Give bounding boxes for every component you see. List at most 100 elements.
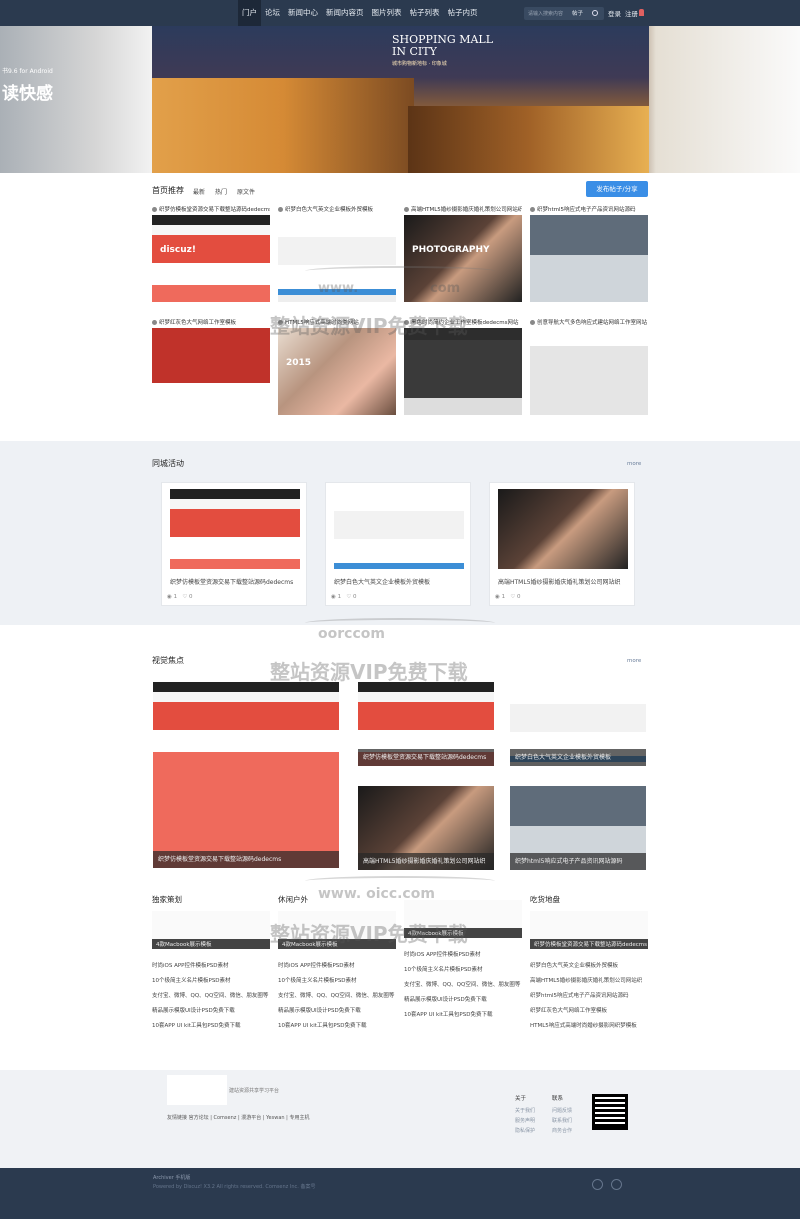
footer-logo[interactable] [167, 1075, 227, 1105]
activity-card-image[interactable] [334, 489, 464, 569]
column-link[interactable]: 精品展示模版UI设计PSD免费下载 [278, 1004, 398, 1019]
home-card-thumbnail[interactable] [404, 328, 522, 415]
home-card-thumbnail[interactable] [530, 215, 648, 302]
activity-card[interactable]: 高端HTML5婚纱摄影婚庆婚礼策划公司网站织 ◉ 1 ♡ 0 [489, 482, 635, 606]
activity-card[interactable]: 织梦仿模板堂资源交易下载整站源码dedecms ◉ 1 ♡ 0 [161, 482, 307, 606]
login-link[interactable]: 登录 [608, 8, 621, 18]
heart-icon[interactable]: ♡ [182, 594, 187, 600]
nav-item-news-detail[interactable]: 新闻内容页 [322, 0, 368, 26]
friend-link[interactable]: 官方论坛 [189, 1115, 209, 1121]
search-icon[interactable] [592, 10, 598, 16]
home-card-thumbnail[interactable]: discuz! [152, 215, 270, 302]
home-card-title[interactable]: 织梦红灰色大气网络工作室模板 [152, 319, 270, 328]
friend-link[interactable]: 漫游平台 [241, 1115, 261, 1121]
banner-slide[interactable]: SHOPPING MALL IN CITY 城市购物新地标 · 印象城 [152, 26, 649, 173]
column-image-caption[interactable]: 4款Macbook展示模板 [156, 940, 212, 948]
visual-more-link[interactable]: more [627, 658, 641, 664]
column-image[interactable]: 4款Macbook展示模板 [152, 911, 270, 949]
user-icon[interactable] [639, 9, 644, 16]
visual-tile-caption[interactable]: 织梦仿模板堂资源交易下载整站源码dedecms [153, 851, 339, 868]
column-link[interactable]: 精品展示模版UI设计PSD免费下载 [404, 993, 524, 1008]
home-card-thumbnail[interactable] [530, 328, 648, 415]
weibo-icon[interactable] [592, 1179, 603, 1190]
home-card-title[interactable]: 织梦仿模板堂资源交易下载整站源码dedecms [152, 206, 270, 215]
home-card-title[interactable]: 织梦html5响应式电子产品资讯网站源码 [530, 206, 648, 215]
home-card[interactable]: 高端HTML5婚纱摄影婚庆婚礼策划公司网站织 PHOTOGRAPHY [404, 206, 522, 302]
search-type-select[interactable]: 帖子 [572, 9, 583, 17]
activity-card-title[interactable]: 织梦仿模板堂资源交易下载整站源码dedecms [170, 577, 293, 586]
tab-hot[interactable]: 热门 [215, 187, 227, 196]
wechat-icon[interactable] [611, 1179, 622, 1190]
home-card[interactable]: 创意导航大气多色响应式建站网络工作室网站 [530, 319, 648, 415]
column-link[interactable]: HTML5响应式高端时尚婚纱摄影网织梦模板 [530, 1019, 650, 1034]
column-link[interactable]: 织梦白色大气英文企业模板外贸模板 [530, 959, 650, 974]
column-link[interactable]: 时尚iOS APP控件模板PSD素材 [152, 959, 272, 974]
column-link[interactable]: 高端HTML5婚纱摄影婚庆婚礼策划公司网站织 [530, 974, 650, 989]
column-link[interactable]: 支付宝、微博、QQ、QQ空间、微信、朋友圈等 [152, 989, 272, 1004]
heart-icon[interactable]: ♡ [510, 594, 515, 600]
activity-card-title[interactable]: 织梦白色大气英文企业模板外贸模板 [334, 577, 430, 586]
tab-latest[interactable]: 最新 [193, 187, 205, 196]
visual-tile[interactable]: 织梦白色大气英文企业模板外贸模板 [510, 682, 646, 766]
footer-link[interactable]: 问题反馈 [552, 1106, 572, 1116]
column-link[interactable]: 时尚iOS APP控件模板PSD素材 [278, 959, 398, 974]
home-card[interactable]: 织梦html5响应式电子产品资讯网站源码 [530, 206, 648, 302]
register-link[interactable]: 注册 [625, 8, 638, 18]
column-link[interactable]: 10套APP UI kit工具包PSD免费下载 [152, 1019, 272, 1034]
home-card-thumbnail[interactable] [152, 328, 270, 415]
nav-item-news-center[interactable]: 新闻中心 [284, 0, 322, 26]
activity-card-image[interactable] [170, 489, 300, 569]
home-card[interactable]: 织梦仿模板堂资源交易下载整站源码dedecms discuz! [152, 206, 270, 302]
activity-more-link[interactable]: more [627, 461, 641, 467]
home-card-thumbnail[interactable]: 2015 [278, 328, 396, 415]
home-card-title[interactable]: 创意导航大气多色响应式建站网络工作室网站 [530, 319, 648, 328]
column-link[interactable]: 织梦html5响应式电子产品资讯网站源码 [530, 989, 650, 1004]
friend-link[interactable]: 专用主机 [289, 1115, 309, 1121]
visual-tile[interactable]: 织梦仿模板堂资源交易下载整站源码dedecms [358, 682, 494, 766]
tab-source[interactable]: 原文件 [237, 187, 255, 196]
nav-item-forum[interactable]: 论坛 [261, 0, 284, 26]
column-link[interactable]: 支付宝、微博、QQ、QQ空间、微信、朋友圈等 [278, 989, 398, 1004]
nav-item-post-list[interactable]: 帖子列表 [406, 0, 444, 26]
column-link[interactable]: 织梦红灰色大气网络工作室模板 [530, 1004, 650, 1019]
friend-link[interactable]: Yeswan [266, 1115, 284, 1121]
heart-icon[interactable]: ♡ [346, 594, 351, 600]
visual-tile-caption[interactable]: 织梦仿模板堂资源交易下载整站源码dedecms [358, 749, 494, 766]
footer-link[interactable]: 隐私保护 [515, 1126, 535, 1136]
column-link[interactable]: 10个极简主义名片模板PSD素材 [278, 974, 398, 989]
home-card-title[interactable]: 织梦白色大气英文企业模板外贸模板 [278, 206, 396, 215]
nav-item-post-detail[interactable]: 帖子内页 [444, 0, 482, 26]
footer-link[interactable]: 关于我们 [515, 1106, 535, 1116]
visual-tile-caption[interactable]: 高端HTML5婚纱摄影婚庆婚礼策划公司网站织 [358, 853, 494, 870]
visual-tile-caption[interactable]: 织梦白色大气英文企业模板外贸模板 [510, 749, 646, 766]
column-link[interactable]: 时尚iOS APP控件模板PSD素材 [404, 948, 524, 963]
activity-card-title[interactable]: 高端HTML5婚纱摄影婚庆婚礼策划公司网站织 [498, 577, 621, 586]
home-card-thumbnail[interactable]: PHOTOGRAPHY [404, 215, 522, 302]
activity-card[interactable]: 织梦白色大气英文企业模板外贸模板 ◉ 1 ♡ 0 [325, 482, 471, 606]
post-share-button[interactable]: 发布帖子/分享 [586, 181, 648, 197]
search-box[interactable]: 请输入搜索内容 帖子 [524, 7, 604, 20]
nav-item-portal[interactable]: 门户 [238, 0, 261, 26]
footer-link[interactable]: 联系我们 [552, 1116, 572, 1126]
column-link[interactable]: 支付宝、微博、QQ、QQ空间、微信、朋友圈等 [404, 978, 524, 993]
column-image[interactable]: 织梦仿模板堂资源交易下载整站源码dedecms [530, 911, 648, 949]
column-link[interactable]: 精品展示模版UI设计PSD免费下载 [152, 1004, 272, 1019]
column-link[interactable]: 10套APP UI kit工具包PSD免费下载 [404, 1008, 524, 1023]
activity-card-image[interactable] [498, 489, 628, 569]
visual-tile[interactable]: 高端HTML5婚纱摄影婚庆婚礼策划公司网站织 [358, 786, 494, 870]
friend-link[interactable]: Comsenz [214, 1115, 237, 1121]
visual-tile[interactable]: 织梦html5响应式电子产品资讯网站源码 [510, 786, 646, 870]
visual-tile[interactable]: 织梦仿模板堂资源交易下载整站源码dedecms [153, 682, 339, 868]
column-link[interactable]: 10个极简主义名片模板PSD素材 [404, 963, 524, 978]
footer-link[interactable]: 服务声明 [515, 1116, 535, 1126]
bottom-links[interactable]: Archiver 手机版 [153, 1174, 190, 1181]
home-card-title[interactable]: 高端HTML5婚纱摄影婚庆婚礼策划公司网站织 [404, 206, 522, 215]
nav-item-image-list[interactable]: 图片列表 [368, 0, 406, 26]
column-link[interactable]: 10套APP UI kit工具包PSD免费下载 [278, 1019, 398, 1034]
home-card[interactable]: 织梦红灰色大气网络工作室模板 [152, 319, 270, 415]
visual-tile-caption[interactable]: 织梦html5响应式电子产品资讯网站源码 [510, 853, 646, 870]
column-link[interactable]: 10个极简主义名片模板PSD素材 [152, 974, 272, 989]
search-input[interactable]: 请输入搜索内容 [528, 10, 563, 17]
footer-link[interactable]: 商务合作 [552, 1126, 572, 1136]
column-image-caption[interactable]: 织梦仿模板堂资源交易下载整站源码dedecms [534, 940, 647, 948]
